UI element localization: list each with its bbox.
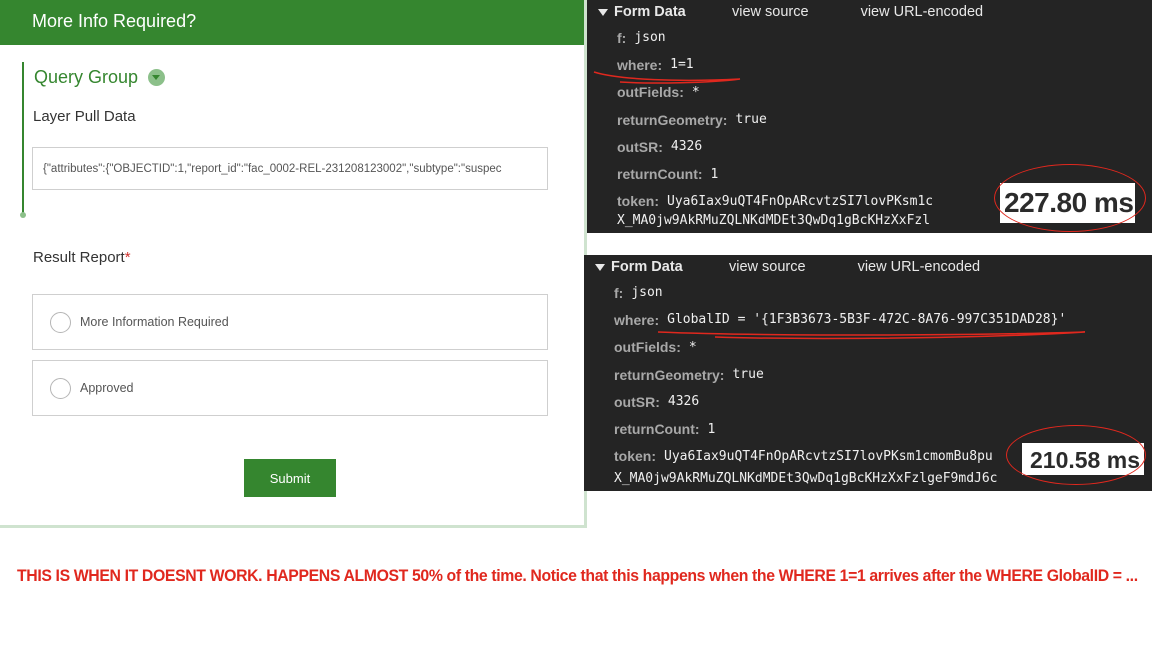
param-key: outSR: <box>617 138 663 155</box>
form-data-row: outSR: 4326 <box>584 388 1152 415</box>
form-data-header: Form Data view source view URL-encoded <box>584 255 1152 279</box>
form-data-row: where: 1=1 <box>587 51 1152 78</box>
layer-pull-data-field[interactable]: {"attributes":{"OBJECTID":1,"report_id":… <box>32 147 548 190</box>
param-value: 4326 <box>670 139 703 155</box>
radio-circle-icon[interactable] <box>50 377 71 399</box>
timing-badge-top: 227.80 ms <box>1000 183 1135 223</box>
param-key: returnCount: <box>614 421 700 438</box>
radio-circle-icon[interactable] <box>50 311 71 333</box>
param-value: GlobalID = '{1F3B3673-5B3F-472C-8A76-997… <box>667 312 1067 328</box>
param-value: 1=1 <box>670 57 694 73</box>
radio-label: More Information Required <box>80 315 229 329</box>
param-key: where: <box>614 311 660 328</box>
form-data-row: outFields: * <box>587 79 1152 106</box>
radio-label: Approved <box>80 381 134 395</box>
result-report-label: Result Report* <box>33 249 131 266</box>
annotation-caption: THIS IS WHEN IT DOESNT WORK. HAPPENS ALM… <box>17 566 1138 585</box>
param-key: token: <box>614 448 656 465</box>
form-data-header: Form Data view source view URL-encoded <box>587 0 1152 24</box>
param-value: Uya6Iax9uQT4FnOpARcvtzSI7lovPKsm1cmomBu8… <box>664 448 993 464</box>
param-key: where: <box>617 56 663 73</box>
view-url-encoded-link[interactable]: view URL-encoded <box>858 259 981 275</box>
param-key: f: <box>617 29 627 46</box>
timing-badge-bottom: 210.58 ms <box>1022 443 1144 475</box>
param-key: token: <box>617 193 659 210</box>
param-key: outFields: <box>617 84 684 101</box>
form-data-row: returnGeometry: true <box>587 106 1152 133</box>
param-key: returnGeometry: <box>614 366 725 383</box>
param-value: json <box>634 30 666 46</box>
survey-form: More Info Required? Query Group Layer Pu… <box>0 0 587 528</box>
form-data-row: where: GlobalID = '{1F3B3673-5B3F-472C-8A… <box>584 306 1152 333</box>
param-value: 1 <box>710 166 719 182</box>
caret-down-icon[interactable] <box>595 263 605 271</box>
form-data-title[interactable]: Form Data <box>614 4 732 20</box>
radio-approved[interactable]: Approved <box>32 360 548 416</box>
result-report-text: Result Report <box>33 249 125 266</box>
param-value: Uya6Iax9uQT4FnOpARcvtzSI7lovPKsm1c <box>667 193 934 209</box>
group-end-dot <box>20 212 26 218</box>
form-data-row: returnGeometry: true <box>584 361 1152 388</box>
view-source-link[interactable]: view source <box>732 4 809 20</box>
view-url-encoded-link[interactable]: view URL-encoded <box>861 4 984 20</box>
form-data-row: outFields: * <box>584 334 1152 361</box>
param-value: * <box>688 339 697 355</box>
param-key: returnGeometry: <box>617 111 728 128</box>
required-mark: * <box>124 249 131 266</box>
form-data-row: f: json <box>587 24 1152 51</box>
form-data-title[interactable]: Form Data <box>611 259 729 275</box>
param-value: true <box>735 112 767 128</box>
param-value: json <box>631 285 663 301</box>
layer-pull-data-label: Layer Pull Data <box>33 108 136 125</box>
param-value: 4326 <box>667 394 700 410</box>
caret-down-icon[interactable] <box>598 8 608 16</box>
query-group-title: Query Group <box>34 67 139 87</box>
param-value: true <box>732 367 764 383</box>
param-value: 1 <box>707 421 716 437</box>
param-key: returnCount: <box>617 166 703 183</box>
submit-button[interactable]: Submit <box>244 459 336 497</box>
group-border <box>22 62 24 216</box>
param-key: outSR: <box>614 393 660 410</box>
form-data-row: outSR: 4326 <box>587 133 1152 160</box>
form-data-row: returnCount: 1 <box>584 415 1152 442</box>
form-data-row: f: json <box>584 279 1152 306</box>
query-group-toggle[interactable]: Query Group <box>34 67 166 88</box>
form-header-title: More Info Required? <box>0 0 584 45</box>
param-value: * <box>691 84 700 100</box>
view-source-link[interactable]: view source <box>729 259 806 275</box>
param-key: f: <box>614 284 624 301</box>
param-key: outFields: <box>614 339 681 356</box>
radio-more-info-required[interactable]: More Information Required <box>32 294 548 350</box>
chevron-down-icon[interactable] <box>148 69 166 86</box>
